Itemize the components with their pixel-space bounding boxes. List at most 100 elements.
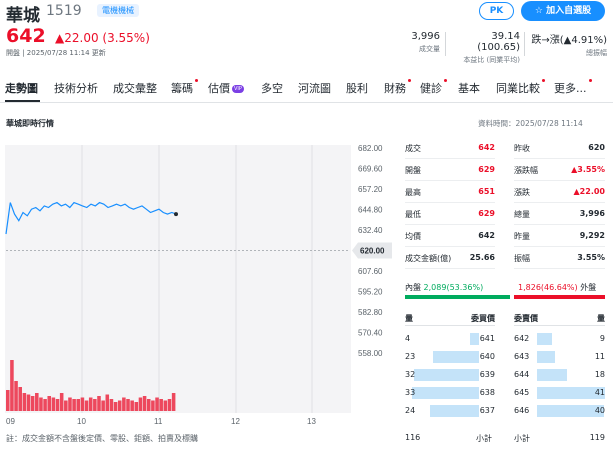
- x-tick-label: 13: [307, 417, 316, 426]
- notification-dot: [408, 79, 411, 82]
- bid-qty: 24: [405, 406, 416, 415]
- stat-row: 漲跌 ▲22.00: [514, 183, 605, 203]
- tab-label: 籌碼: [171, 82, 193, 95]
- inside-label: 內盤: [405, 283, 421, 292]
- volume-bar: [88, 397, 93, 411]
- tab-label: 財務: [384, 82, 406, 95]
- volume-bar: [130, 400, 134, 411]
- range-value: 跌→漲(▲4.91%): [531, 35, 607, 46]
- ask-total-label: 小計: [514, 434, 530, 443]
- volume-value: 3,996: [411, 31, 440, 42]
- add-watchlist-button[interactable]: ☆ 加入自選股: [521, 1, 605, 21]
- tab-label: 基本: [458, 82, 480, 95]
- tab-2[interactable]: 技術分析: [54, 80, 98, 96]
- bid-row: 24 637: [405, 405, 495, 423]
- stat-row: 最高 651: [405, 183, 495, 203]
- notification-dot: [444, 79, 447, 82]
- tab-11[interactable]: 基本: [458, 80, 480, 96]
- volume-bar: [30, 396, 35, 411]
- stat-label: 開盤: [405, 166, 421, 175]
- pe-label: 本益比 (同業平均): [463, 56, 520, 64]
- volume-bar: [97, 396, 101, 411]
- tab-3[interactable]: 成交彙整: [113, 80, 157, 96]
- stat-label: 振幅: [514, 254, 530, 263]
- y-tick-label: 595.20: [358, 288, 383, 297]
- section-title: 華城即時行情: [6, 119, 54, 128]
- tab-10[interactable]: 健診: [420, 79, 447, 96]
- tab-9[interactable]: 財務: [384, 79, 411, 96]
- stat-value: 629: [478, 165, 495, 174]
- stat-label: 漲跌幅: [514, 166, 538, 175]
- volume-bar: [151, 400, 155, 411]
- stat-label: 均價: [405, 232, 421, 241]
- bid-qty: 32: [405, 370, 416, 379]
- stat-value: 25.66: [469, 253, 495, 262]
- notification-dot: [588, 79, 592, 82]
- tab-4[interactable]: 籌碼: [171, 79, 198, 96]
- bid-depth-bar: [433, 351, 479, 363]
- volume-bar: [6, 390, 10, 411]
- tab-8[interactable]: 股利: [346, 80, 368, 96]
- price-change-value: 22.00 (3.55%): [64, 31, 150, 45]
- tab-label: 成交彙整: [113, 82, 157, 95]
- bid-qty: 23: [405, 352, 416, 361]
- volume-bar: [26, 394, 31, 411]
- volume-bar: [142, 396, 147, 411]
- volume-bar: [126, 399, 130, 411]
- x-tick-label: 12: [231, 417, 240, 426]
- volume-bar: [146, 399, 151, 411]
- stat-row: 昨收 620: [514, 139, 605, 159]
- tab-1[interactable]: 走勢圖: [5, 80, 38, 96]
- pk-button[interactable]: PK: [479, 2, 514, 20]
- bid-depth-bar: [430, 405, 479, 417]
- tab-7[interactable]: 河流圖: [298, 80, 331, 96]
- sector-badge[interactable]: 電機機械: [97, 4, 139, 17]
- tab-6[interactable]: 多空: [261, 80, 283, 96]
- ask-qty: 40: [594, 406, 605, 415]
- outside-label: 外盤: [580, 283, 597, 292]
- volume-bar: [68, 397, 72, 411]
- bid-price: 637: [479, 406, 495, 415]
- ask-qty: 11: [594, 352, 605, 361]
- ask-price-header: 委賣價: [514, 314, 538, 323]
- intraday-chart[interactable]: 682.00 669.60 657.20 644.80 632.40 620.00 607.…: [0, 140, 400, 430]
- price-line: [5, 201, 177, 235]
- bid-row: 4 641: [405, 333, 495, 351]
- stat-value: 9,292: [579, 231, 605, 240]
- stat-row: 成交 642: [405, 139, 495, 159]
- volume-bar: [171, 393, 176, 411]
- volume-bar: [10, 360, 14, 411]
- stat-label: 昨量: [514, 232, 530, 241]
- tab-12[interactable]: 同業比較: [496, 79, 545, 96]
- stat-row: 開盤 629: [405, 161, 495, 181]
- footnote: 註：成交金額不含盤後定價、零股、鉅額、拍賣及標購: [6, 434, 198, 443]
- stat-value: 642: [478, 231, 495, 240]
- stat-value: 642: [478, 143, 495, 152]
- volume-bar: [109, 399, 114, 411]
- outside-volume-bar: [514, 295, 605, 299]
- stat-row: 成交金額(億) 25.66: [405, 249, 495, 269]
- bid-qty: 4: [405, 334, 411, 343]
- stock-code: 1519: [46, 3, 82, 19]
- volume-bar: [122, 397, 126, 411]
- ask-depth-bar: [537, 333, 552, 345]
- ask-price: 643: [514, 352, 530, 361]
- volume-bar: [51, 397, 56, 411]
- tab-5[interactable]: 估價 VIP: [208, 80, 244, 96]
- pe-metric: 39.14 (100.65) 本益比 (同業平均): [448, 31, 520, 65]
- stat-row: 總量 3,996: [514, 205, 605, 225]
- y-tick-label: 558.00: [358, 349, 383, 358]
- ask-qty-header: 量: [597, 314, 605, 323]
- stat-value: 629: [478, 209, 495, 218]
- ask-price: 645: [514, 388, 530, 397]
- divider: [405, 325, 495, 326]
- tab-label: 多空: [261, 82, 283, 95]
- y-tick-label: 669.60: [358, 165, 383, 174]
- inside-outside-volume: 內盤 2,089(53.36%): [405, 282, 483, 293]
- volume-bar: [55, 399, 60, 411]
- tab-13[interactable]: 更多...: [554, 79, 592, 96]
- ask-qty: 41: [594, 388, 605, 397]
- market-status: 開盤 | 2025/07/28 11:14 更新: [6, 49, 106, 57]
- y-tick-label: 657.20: [358, 185, 383, 194]
- ask-price: 646: [514, 406, 530, 415]
